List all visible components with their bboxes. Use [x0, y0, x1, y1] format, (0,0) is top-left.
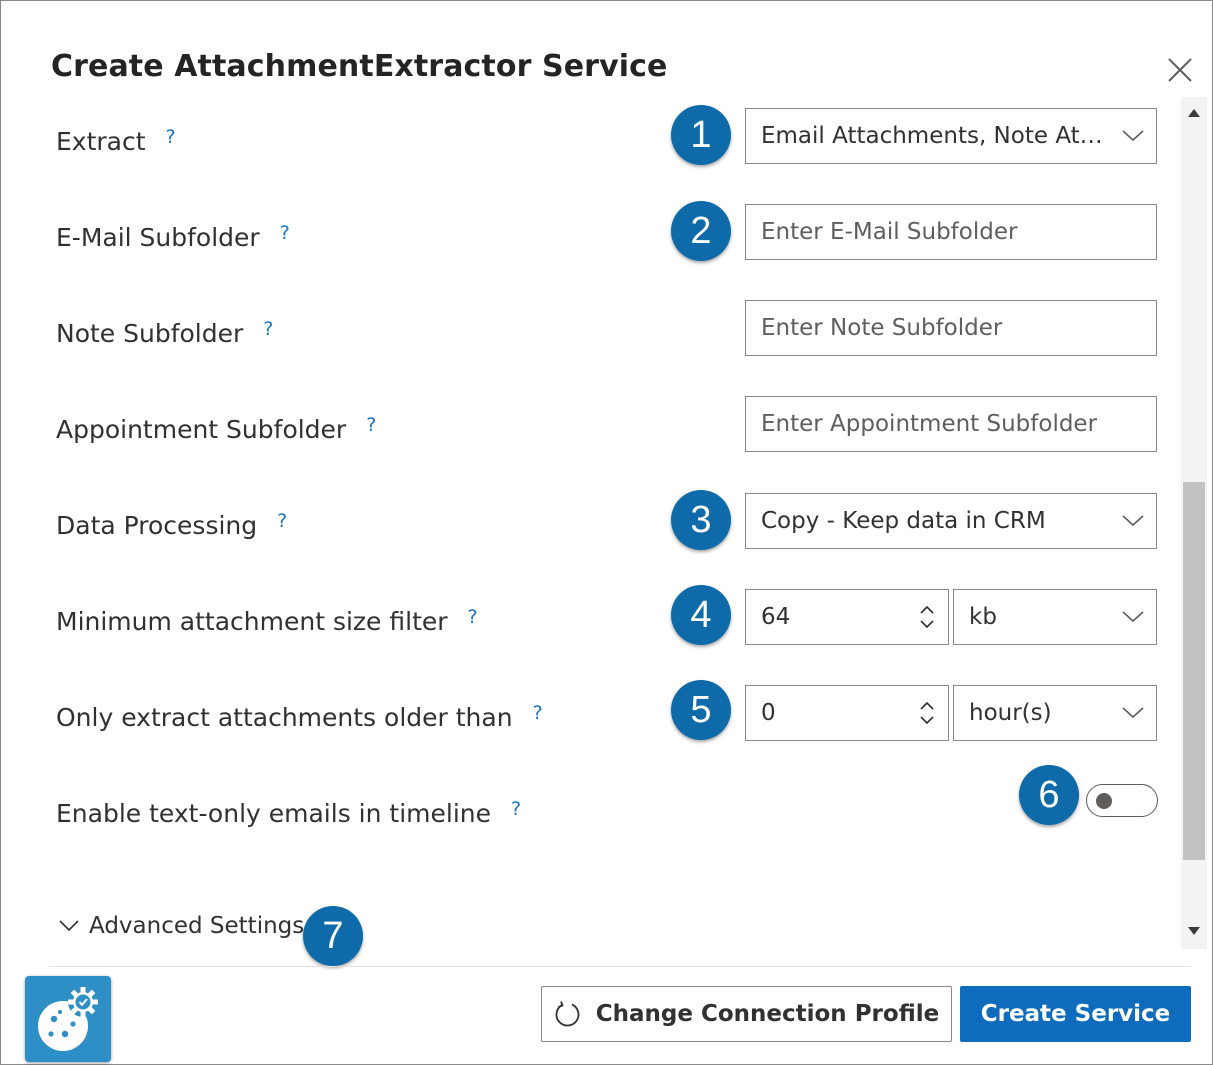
chevron-down-icon[interactable] [920, 620, 934, 628]
data-processing-help-icon[interactable]: ? [277, 510, 287, 532]
scroll-thumb[interactable] [1183, 482, 1205, 860]
chevron-down-icon [1122, 130, 1144, 142]
footer-divider [49, 966, 1191, 967]
triangle-up-icon [1188, 109, 1200, 117]
email-subfolder-label: E-Mail Subfolder [56, 222, 260, 252]
chevron-down-icon [1122, 611, 1144, 623]
extract-label: Extract [56, 126, 146, 156]
chevron-up-icon[interactable] [920, 606, 934, 614]
data-processing-dropdown[interactable]: Copy - Keep data in CRM [745, 493, 1157, 549]
change-connection-profile-button[interactable]: Change Connection Profile [541, 986, 952, 1042]
change-connection-profile-label: Change Connection Profile [595, 1001, 940, 1027]
data-processing-label: Data Processing [56, 510, 258, 540]
extract-dropdown-value: Email Attachments, Note Atta... [761, 123, 1110, 149]
older-than-stepper[interactable]: 0 [745, 685, 949, 741]
callout-badge-6: 6 [1019, 765, 1079, 825]
callout-badge-2: 2 [671, 201, 731, 261]
callout-badge-1: 1 [671, 105, 731, 165]
note-subfolder-placeholder: Enter Note Subfolder [761, 315, 1003, 341]
form-area: Extract ? 1 Email Attachments, Note Atta… [1, 97, 1181, 949]
text-only-toggle[interactable] [1086, 784, 1158, 817]
scroll-up-button[interactable] [1181, 101, 1207, 125]
app-logo [25, 976, 111, 1062]
text-only-help-icon[interactable]: ? [511, 798, 521, 820]
min-size-unit-dropdown[interactable]: kb [953, 589, 1157, 645]
older-than-help-icon[interactable]: ? [533, 702, 543, 724]
note-subfolder-label: Note Subfolder [56, 318, 244, 348]
chevron-down-icon[interactable] [920, 716, 934, 724]
text-only-row: Enable text-only emails in timeline ? [1, 783, 1181, 843]
scroll-down-button[interactable] [1181, 919, 1207, 943]
older-than-label: Only extract attachments older than [56, 702, 513, 732]
older-than-value: 0 [761, 700, 776, 726]
note-subfolder-input[interactable]: Enter Note Subfolder [745, 300, 1157, 356]
appointment-subfolder-input[interactable]: Enter Appointment Subfolder [745, 396, 1157, 452]
triangle-down-icon [1188, 927, 1200, 935]
appointment-subfolder-placeholder: Enter Appointment Subfolder [761, 411, 1098, 437]
min-size-help-icon[interactable]: ? [468, 606, 478, 628]
scrollbar[interactable] [1181, 97, 1207, 949]
email-subfolder-help-icon[interactable]: ? [280, 222, 290, 244]
create-service-label: Create Service [980, 1001, 1171, 1027]
note-subfolder-help-icon[interactable]: ? [263, 318, 273, 340]
min-size-value: 64 [761, 604, 791, 630]
toggle-knob [1096, 793, 1112, 809]
advanced-settings-expander[interactable]: Advanced Settings [59, 913, 304, 939]
create-service-dialog: Create AttachmentExtractor Service Extra… [0, 0, 1213, 1065]
min-size-stepper[interactable]: 64 [745, 589, 949, 645]
cookie-gear-icon [38, 987, 98, 1051]
close-icon [1168, 58, 1192, 82]
min-size-label: Minimum attachment size filter [56, 606, 448, 636]
email-subfolder-placeholder: Enter E-Mail Subfolder [761, 219, 1018, 245]
email-subfolder-input[interactable]: Enter E-Mail Subfolder [745, 204, 1157, 260]
extract-help-icon[interactable]: ? [166, 126, 176, 148]
create-service-button[interactable]: Create Service [960, 986, 1191, 1042]
chevron-down-icon [1122, 515, 1144, 527]
appointment-subfolder-label: Appointment Subfolder [56, 414, 347, 444]
close-button[interactable] [1163, 53, 1197, 87]
chevron-down-icon [1122, 707, 1144, 719]
callout-badge-7: 7 [303, 906, 363, 966]
dialog-title: Create AttachmentExtractor Service [51, 49, 668, 84]
older-than-unit-dropdown[interactable]: hour(s) [953, 685, 1157, 741]
min-size-unit-value: kb [969, 604, 997, 630]
advanced-settings-label: Advanced Settings [89, 913, 305, 939]
data-processing-value: Copy - Keep data in CRM [761, 508, 1046, 534]
refresh-icon [555, 1001, 580, 1027]
callout-badge-3: 3 [671, 490, 731, 550]
appointment-subfolder-help-icon[interactable]: ? [366, 414, 376, 436]
text-only-label: Enable text-only emails in timeline [56, 798, 492, 828]
chevron-up-icon[interactable] [920, 702, 934, 710]
callout-badge-4: 4 [671, 585, 731, 645]
older-than-unit-value: hour(s) [969, 700, 1052, 726]
extract-dropdown[interactable]: Email Attachments, Note Atta... [745, 108, 1157, 164]
callout-badge-5: 5 [671, 680, 731, 740]
chevron-down-icon [59, 920, 79, 932]
